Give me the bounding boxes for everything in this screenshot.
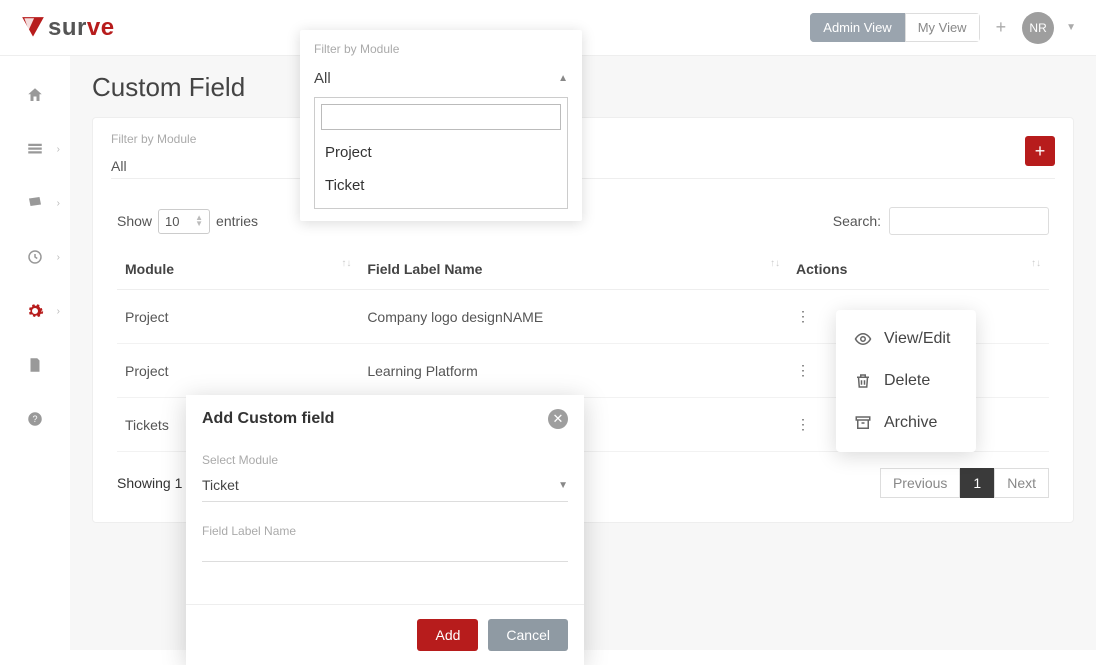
search-input[interactable]	[889, 207, 1049, 235]
popover-selected[interactable]: All ▲	[314, 64, 568, 97]
entries-select[interactable]: 10 ▲▼	[158, 209, 210, 234]
sidebar-clock[interactable]: ›	[0, 230, 70, 284]
col-module[interactable]: Module↑↓	[117, 249, 359, 290]
ctx-archive[interactable]: Archive	[836, 402, 976, 444]
stepper-icon: ▲▼	[195, 215, 203, 227]
col-field-label[interactable]: Field Label Name↑↓	[359, 249, 788, 290]
add-custom-field-modal: Add Custom field ✕ Select Module Ticket …	[186, 395, 584, 665]
logo[interactable]: surve	[20, 14, 115, 42]
popover-search-input[interactable]	[321, 104, 561, 130]
row-actions-icon[interactable]: ⋮	[796, 416, 810, 432]
chevron-right-icon: ›	[57, 198, 60, 209]
eye-icon	[854, 330, 872, 348]
pagination: Previous 1 Next	[880, 468, 1049, 498]
sidebar-settings[interactable]: ›	[0, 284, 70, 338]
archive-icon	[854, 414, 872, 432]
sidebar-document[interactable]	[0, 338, 70, 392]
row-actions-icon[interactable]: ⋮	[796, 308, 810, 324]
filter-option-ticket[interactable]: Ticket	[321, 169, 561, 202]
entries-control: Show 10 ▲▼ entries	[117, 209, 258, 234]
select-module-field[interactable]: Ticket ▼	[202, 473, 568, 502]
svg-text:?: ?	[32, 414, 37, 424]
filter-value[interactable]: All	[111, 154, 1055, 179]
filter-label: Filter by Module	[111, 132, 1055, 146]
chevron-right-icon: ›	[57, 252, 60, 263]
cancel-button[interactable]: Cancel	[488, 619, 568, 651]
select-module-label: Select Module	[202, 453, 568, 467]
my-view-button[interactable]: My View	[905, 13, 980, 42]
field-label-name-input[interactable]	[202, 544, 568, 562]
view-toggle: Admin View My View	[810, 13, 979, 42]
sidebar: › › › › ?	[0, 56, 70, 650]
logo-text: surve	[48, 14, 115, 42]
popover-filter-label: Filter by Module	[314, 42, 568, 56]
next-button[interactable]: Next	[994, 468, 1049, 498]
add-custom-field-button[interactable]: +	[1025, 136, 1055, 166]
cell-module: Project	[117, 290, 359, 344]
caret-down-icon: ▼	[558, 480, 568, 491]
ctx-view-edit[interactable]: View/Edit	[836, 318, 976, 360]
cell-label: Company logo designNAME	[359, 290, 788, 344]
field-label-name-label: Field Label Name	[202, 524, 568, 538]
logo-mark-icon	[20, 15, 46, 41]
page-title: Custom Field	[92, 72, 1074, 103]
avatar[interactable]: NR	[1022, 12, 1054, 44]
caret-up-icon: ▲	[558, 73, 568, 84]
cell-label: Learning Platform	[359, 344, 788, 398]
sidebar-stack[interactable]: ›	[0, 122, 70, 176]
row-actions-icon[interactable]: ⋮	[796, 362, 810, 378]
admin-view-button[interactable]: Admin View	[810, 13, 904, 42]
sidebar-home[interactable]	[0, 68, 70, 122]
page-1-button[interactable]: 1	[960, 468, 994, 498]
modal-close-icon[interactable]: ✕	[548, 409, 568, 429]
row-context-menu: View/Edit Delete Archive	[836, 310, 976, 452]
prev-button[interactable]: Previous	[880, 468, 960, 498]
filter-option-project[interactable]: Project	[321, 136, 561, 169]
chevron-right-icon: ›	[57, 144, 60, 155]
show-label: Show	[117, 213, 152, 229]
ctx-delete[interactable]: Delete	[836, 360, 976, 402]
add-button[interactable]: Add	[417, 619, 478, 651]
sidebar-help[interactable]: ?	[0, 392, 70, 446]
chevron-right-icon: ›	[57, 306, 60, 317]
sidebar-ticket[interactable]: ›	[0, 176, 70, 230]
modal-title: Add Custom field	[202, 410, 334, 428]
search-label: Search:	[833, 213, 881, 229]
col-actions[interactable]: Actions↑↓	[788, 249, 1049, 290]
trash-icon	[854, 372, 872, 390]
topbar-add-icon[interactable]: +	[990, 17, 1013, 38]
entries-label: entries	[216, 213, 258, 229]
popover-options-box: Project Ticket	[314, 97, 568, 209]
cell-module: Project	[117, 344, 359, 398]
avatar-caret-icon[interactable]: ▼	[1066, 22, 1076, 33]
filter-popover: Filter by Module All ▲ Project Ticket	[300, 30, 582, 221]
